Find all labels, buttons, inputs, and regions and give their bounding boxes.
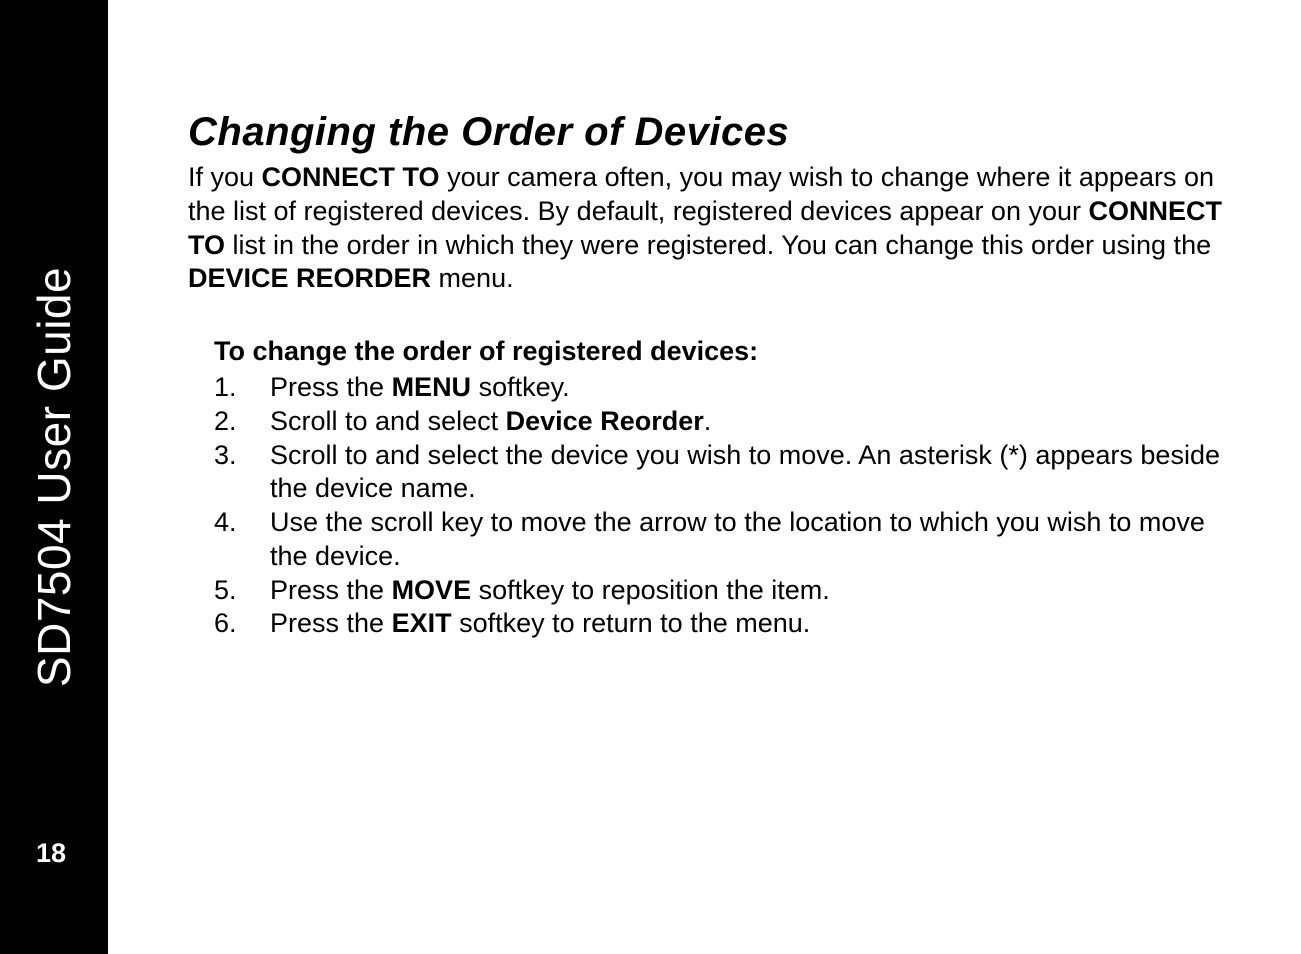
step-text: Use the scroll key to move the arrow to … — [270, 507, 1205, 571]
page: SD7504 User Guide 18 Changing the Order … — [0, 0, 1301, 954]
list-item: 2. Scroll to and select Device Reorder. — [214, 405, 1226, 439]
list-item: 4. Use the scroll key to move the arrow … — [214, 506, 1226, 574]
sidebar: SD7504 User Guide 18 — [0, 0, 108, 954]
device-reorder-menu-label: Device Reorder — [506, 406, 704, 436]
connect-to-label: CONNECT TO — [262, 162, 440, 192]
step-text: Press the — [270, 575, 392, 605]
instructions-section: To change the order of registered device… — [188, 336, 1226, 641]
step-number: 5. — [214, 574, 237, 608]
step-text: softkey. — [471, 372, 570, 402]
step-number: 2. — [214, 405, 237, 439]
page-number: 18 — [36, 838, 66, 869]
step-text: Press the — [270, 372, 392, 402]
step-text: softkey to reposition the item. — [471, 575, 830, 605]
exit-softkey-label: EXIT — [392, 608, 452, 638]
menu-softkey-label: MENU — [392, 372, 472, 402]
step-number: 3. — [214, 439, 237, 473]
device-reorder-label: DEVICE REORDER — [188, 263, 431, 293]
step-text: Press the — [270, 608, 392, 638]
step-number: 6. — [214, 607, 237, 641]
step-text: softkey to return to the menu. — [452, 608, 811, 638]
list-item: 3. Scroll to and select the device you w… — [214, 439, 1226, 507]
list-item: 1. Press the MENU softkey. — [214, 371, 1226, 405]
steps-list: 1. Press the MENU softkey. 2. Scroll to … — [214, 371, 1226, 641]
step-text: . — [704, 406, 712, 436]
instructions-heading: To change the order of registered device… — [214, 336, 1226, 367]
list-item: 5. Press the MOVE softkey to reposition … — [214, 574, 1226, 608]
intro-paragraph: If you CONNECT TO your camera often, you… — [188, 161, 1226, 296]
intro-text: list in the order in which they were reg… — [225, 230, 1211, 260]
intro-text: menu. — [431, 263, 514, 293]
step-number: 4. — [214, 506, 237, 540]
step-number: 1. — [214, 371, 237, 405]
content: Changing the Order of Devices If you CON… — [108, 0, 1301, 954]
document-title: SD7504 User Guide — [27, 267, 81, 687]
list-item: 6. Press the EXIT softkey to return to t… — [214, 607, 1226, 641]
intro-text: If you — [188, 162, 262, 192]
step-text: Scroll to and select the device you wish… — [270, 440, 1220, 504]
section-heading: Changing the Order of Devices — [188, 110, 1226, 155]
move-softkey-label: MOVE — [392, 575, 472, 605]
step-text: Scroll to and select — [270, 406, 506, 436]
